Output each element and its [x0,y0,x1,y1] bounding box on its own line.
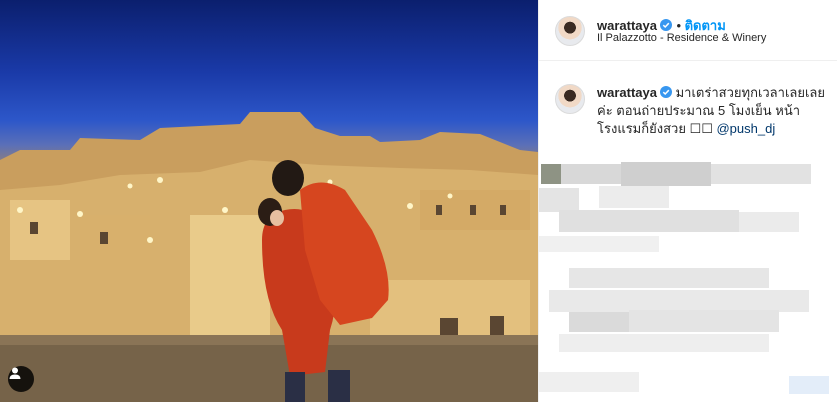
caption-username[interactable]: warattaya [597,85,657,100]
avatar[interactable] [555,16,585,46]
location-link[interactable]: Il Palazzotto - Residence & Winery [597,32,766,44]
caption-mention[interactable]: @push_dj [716,121,775,136]
verified-badge-icon [659,86,672,98]
post-side-panel: warattaya • ติดตาม Il Palazzotto - Resid… [538,0,837,402]
pixelated-comments [539,140,837,402]
post-photo-scene [0,112,538,402]
post-header: warattaya • ติดตาม Il Palazzotto - Resid… [539,0,837,61]
post-photo[interactable] [0,0,538,402]
verified-badge-icon [659,19,672,31]
user-tag-icon [9,367,21,379]
header-username[interactable]: warattaya [597,18,657,33]
user-tag-button[interactable] [8,366,34,392]
separator-dot: • [676,18,685,33]
follow-button[interactable]: ติดตาม [685,18,726,33]
caption-avatar[interactable] [555,84,585,114]
caption: warattaya มาเตร่าสวยทุกเวลาเลยเลยค่ะ ตอน… [597,84,825,138]
